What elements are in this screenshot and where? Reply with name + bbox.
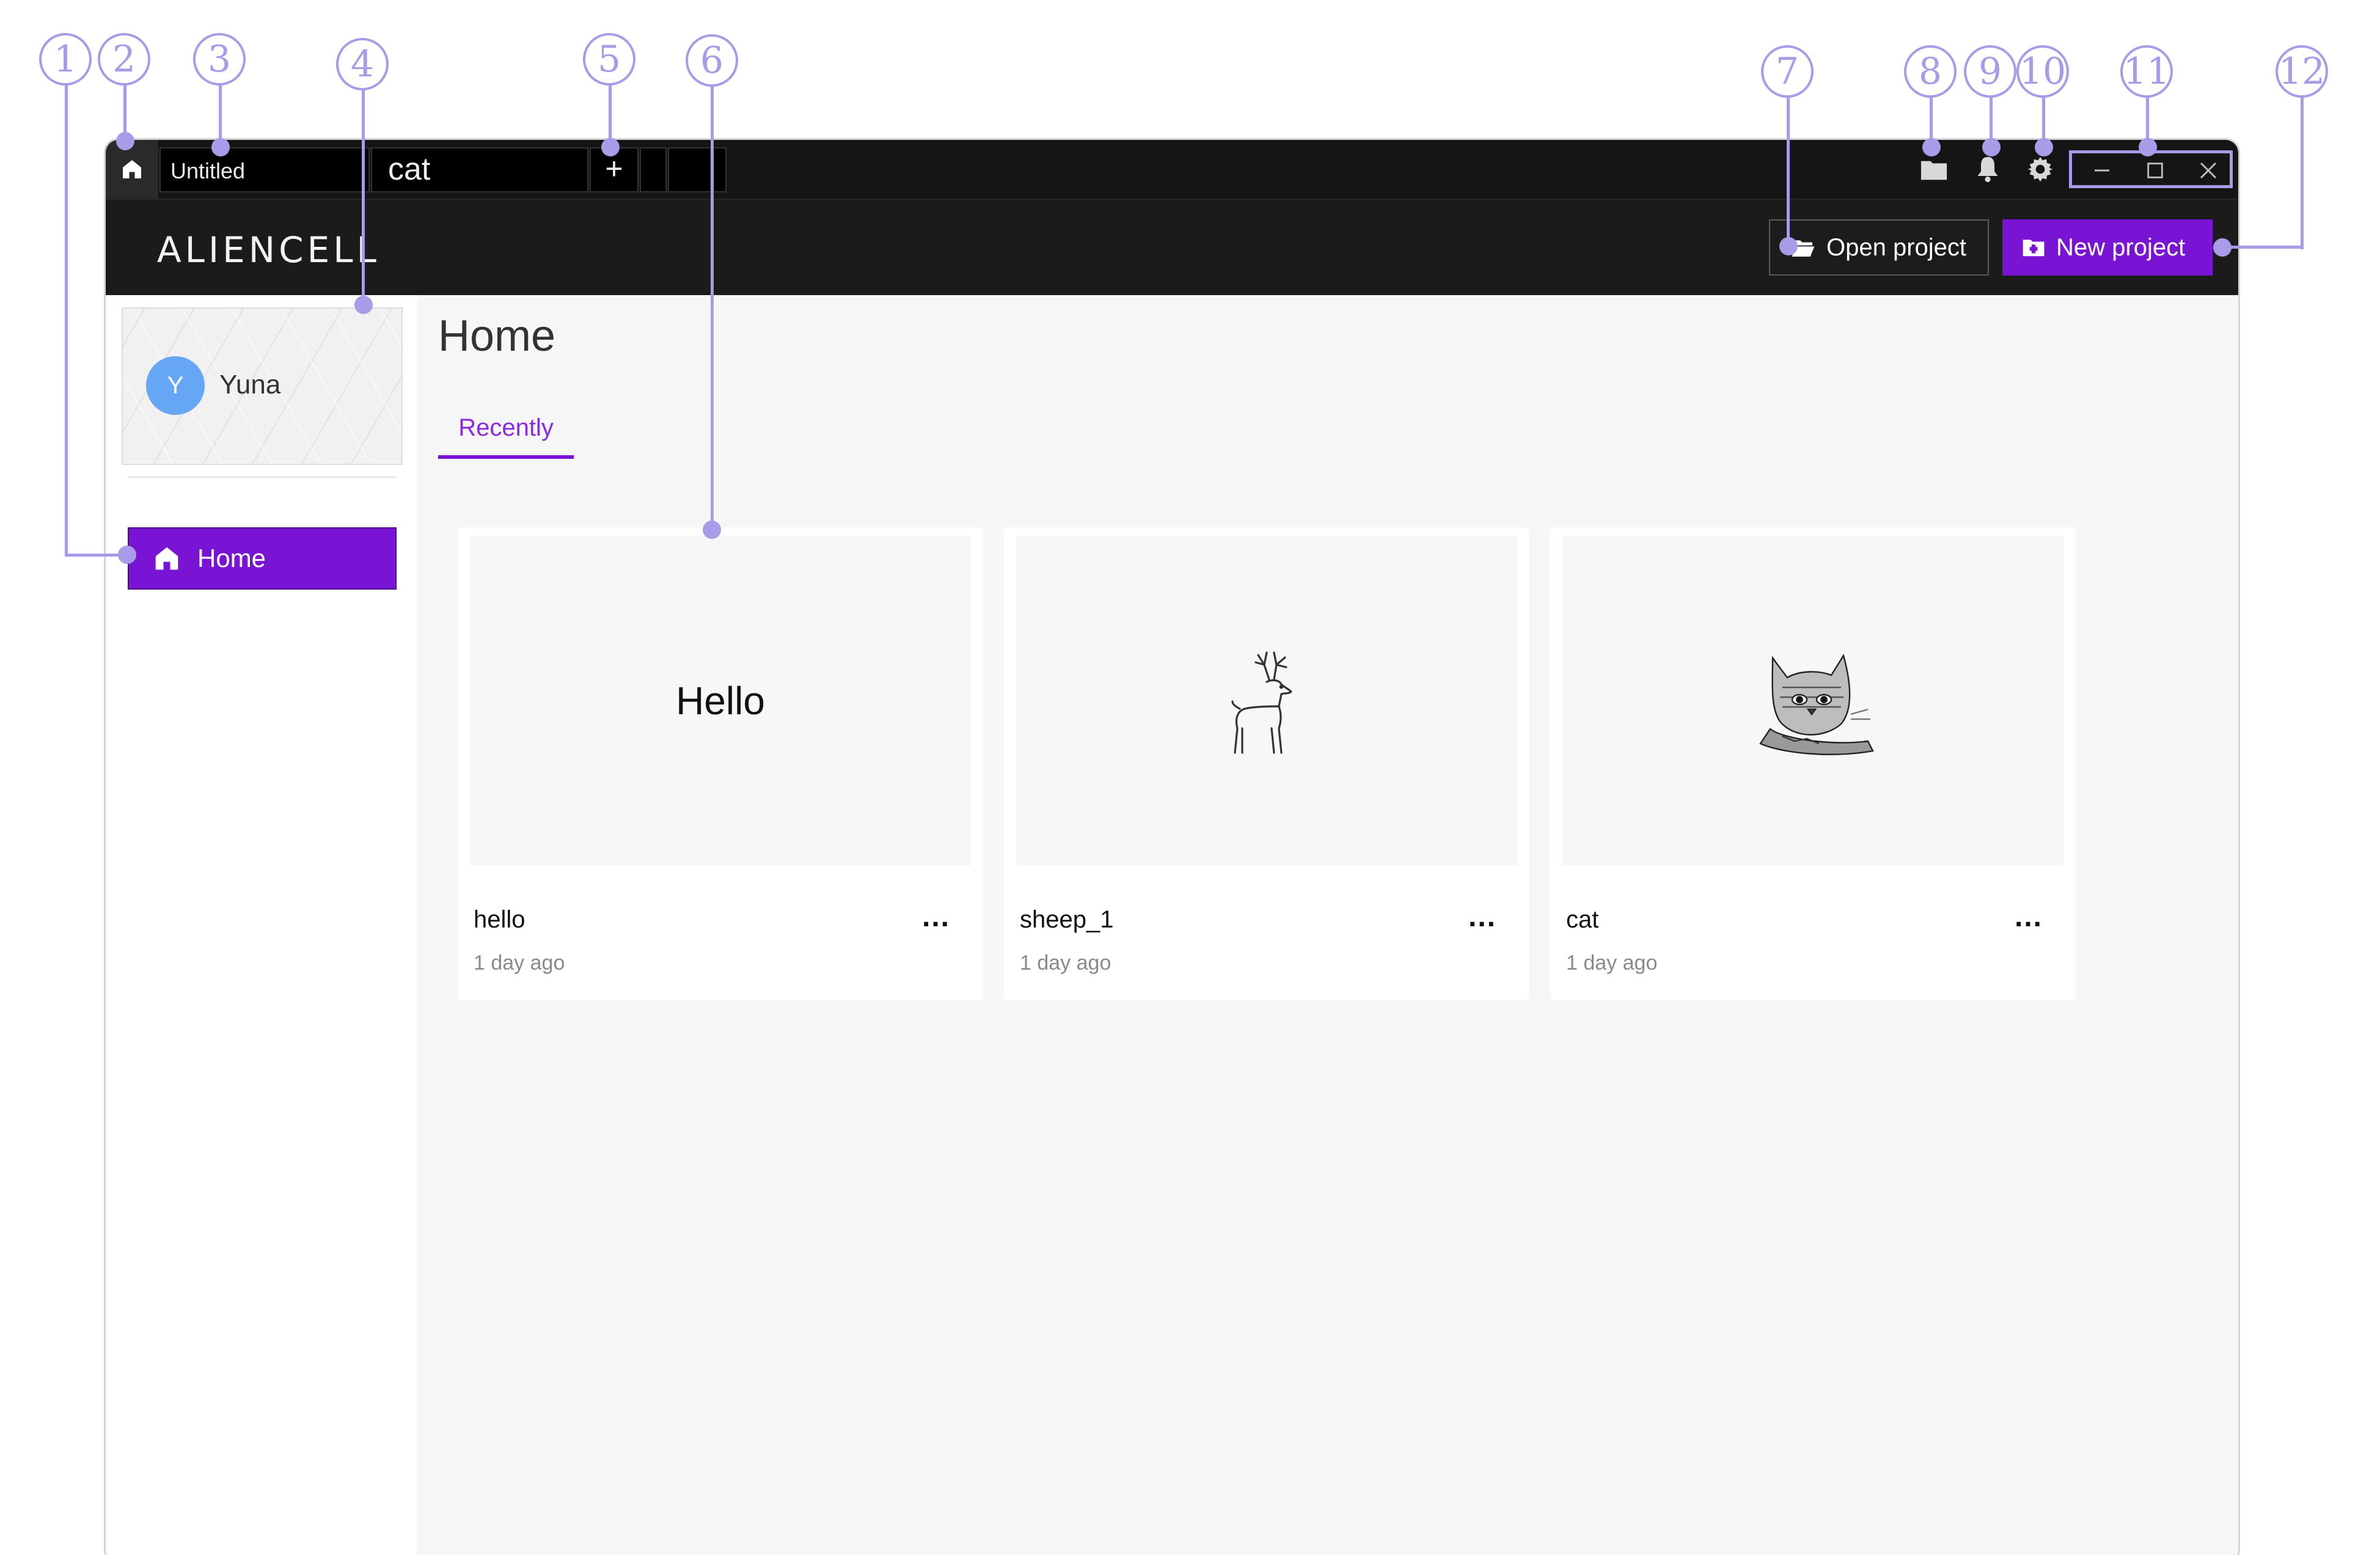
sidebar-divider (128, 476, 397, 478)
avatar: Y (146, 356, 205, 415)
sidebar-item-label: Home (197, 544, 266, 573)
project-updated: 1 day ago (474, 951, 565, 975)
minimize-button[interactable] (2076, 153, 2129, 188)
header-bar: ALIENCELL Open project New project (106, 199, 2238, 295)
home-tab-button[interactable] (106, 140, 158, 199)
home-icon (155, 547, 178, 570)
folder-open-icon (1792, 240, 1815, 257)
project-name: hello (474, 906, 525, 933)
title-bar: Untitled cat + (106, 140, 2238, 199)
project-updated: 1 day ago (1566, 951, 1658, 975)
more-options-button[interactable]: ... (1468, 900, 1496, 934)
user-name: Yuna (219, 370, 281, 400)
callout-10: 10 (2016, 45, 2069, 98)
project-thumbnail[interactable]: Hello (470, 536, 971, 866)
callout-9: 9 (1964, 45, 2016, 98)
tab-empty-slot (640, 147, 667, 192)
tab-untitled[interactable]: Untitled (159, 147, 370, 192)
leader-line-1 (65, 86, 68, 556)
tab-cat[interactable]: cat (371, 147, 588, 192)
callout-4: 4 (336, 38, 389, 90)
more-options-button[interactable]: ... (922, 900, 950, 934)
project-card[interactable]: sheep_1 1 day ago ... (1004, 527, 1529, 1000)
add-tab-button[interactable]: + (590, 147, 639, 192)
close-button[interactable] (2181, 153, 2235, 188)
new-project-label: New project (2056, 233, 2186, 261)
leader-line-3 (219, 86, 222, 147)
callout-2: 2 (98, 33, 150, 86)
minimize-icon (2095, 169, 2110, 172)
gear-icon (2027, 156, 2053, 182)
open-project-button[interactable]: Open project (1769, 219, 1989, 276)
leader-line-5 (609, 86, 612, 147)
leader-line-2 (123, 86, 126, 142)
bell-icon (1977, 156, 1998, 183)
sidebar: Y Yuna Home (106, 295, 417, 1555)
app-logo: ALIENCELL (157, 229, 380, 271)
project-card[interactable]: Hello hello 1 day ago ... (458, 527, 983, 1000)
notification-button[interactable] (1972, 153, 2004, 185)
callout-11: 11 (2120, 45, 2173, 98)
project-thumbnail[interactable] (1562, 536, 2063, 866)
page-title: Home (438, 312, 556, 360)
settings-button[interactable] (2024, 153, 2056, 185)
callout-3: 3 (193, 33, 246, 86)
project-card[interactable]: cat 1 day ago ... (1550, 527, 2076, 1000)
callout-7: 7 (1761, 45, 1814, 98)
close-icon (2200, 162, 2216, 179)
tab-empty-slot (668, 147, 727, 192)
callout-8: 8 (1904, 45, 1957, 98)
deer-sketch-icon (1231, 651, 1292, 754)
cat-sketch-icon (1759, 654, 1874, 755)
app-window: Untitled cat + ALIENCELL Open project Ne… (104, 138, 2240, 1555)
callout-1: 1 (39, 33, 92, 86)
project-updated: 1 day ago (1020, 951, 1111, 975)
folder-icon-button[interactable] (1918, 153, 1950, 185)
sidebar-item-home[interactable]: Home (128, 527, 397, 590)
window-controls (2076, 153, 2235, 188)
home-icon (123, 160, 141, 178)
new-folder-icon (2023, 240, 2045, 257)
maximize-icon (2147, 163, 2163, 178)
open-project-label: Open project (1826, 233, 1967, 261)
folder-icon (1920, 161, 1947, 180)
project-name: cat (1566, 906, 1599, 933)
thumbnail-text: Hello (676, 679, 765, 723)
maximize-button[interactable] (2129, 153, 2182, 188)
tab-recently[interactable]: Recently (438, 409, 574, 459)
more-options-button[interactable]: ... (2015, 900, 2043, 934)
leader-line-12 (2301, 98, 2304, 249)
callout-5: 5 (583, 33, 635, 86)
project-thumbnail[interactable] (1016, 536, 1517, 866)
callout-12: 12 (2276, 45, 2328, 98)
callout-6: 6 (686, 34, 738, 87)
new-project-button[interactable]: New project (2002, 219, 2213, 276)
project-name: sheep_1 (1020, 906, 1114, 933)
user-profile-card[interactable]: Y Yuna (122, 307, 403, 465)
